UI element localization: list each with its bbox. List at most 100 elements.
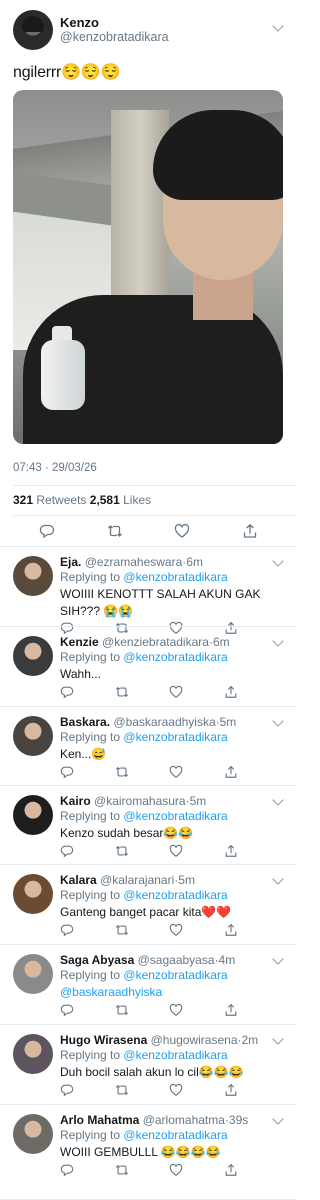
share-icon[interactable] bbox=[224, 923, 240, 939]
reply-icon[interactable] bbox=[60, 765, 76, 781]
replying-handle-link[interactable]: @kenzobratadikara bbox=[123, 1128, 227, 1142]
retweets-label[interactable]: Retweets bbox=[36, 493, 86, 507]
reply-actions bbox=[0, 1163, 297, 1183]
replying-handle-link[interactable]: @kenzobratadikara bbox=[123, 968, 227, 982]
reply-tweet[interactable]: Saga Abyasa @sagaabyasa·4m Replying to @k… bbox=[0, 945, 297, 1025]
replying-label: Replying to bbox=[60, 888, 121, 902]
chevron-down-icon[interactable] bbox=[272, 635, 284, 647]
reply-icon[interactable] bbox=[60, 1083, 76, 1099]
replying-handle-link[interactable]: @kenzobratadikara bbox=[123, 650, 227, 664]
avatar[interactable] bbox=[13, 1114, 53, 1154]
user-handle[interactable]: @baskaraadhyiska bbox=[113, 715, 215, 729]
avatar[interactable] bbox=[13, 716, 53, 756]
retweet-icon[interactable] bbox=[115, 685, 131, 701]
reply-text: Ganteng banget pacar kita❤️❤️ bbox=[60, 905, 232, 919]
tweet-stats: 321 Retweets 2,581 Likes bbox=[13, 493, 151, 507]
share-icon[interactable] bbox=[224, 844, 240, 860]
reply-icon[interactable] bbox=[60, 923, 76, 939]
chevron-down-icon[interactable] bbox=[272, 794, 284, 806]
display-name[interactable]: Kenzie bbox=[60, 635, 99, 649]
reply-icon[interactable] bbox=[60, 844, 76, 860]
replying-handle-link[interactable]: @kenzobratadikara bbox=[123, 570, 227, 584]
reply-tweet[interactable]: Hugo Wirasena @hugowirasena·2m Replying t… bbox=[0, 1025, 297, 1105]
share-icon[interactable] bbox=[224, 685, 240, 701]
retweet-icon[interactable] bbox=[115, 1083, 131, 1099]
share-icon[interactable] bbox=[224, 1003, 240, 1019]
share-icon[interactable] bbox=[224, 1163, 240, 1179]
chevron-down-icon[interactable] bbox=[272, 1033, 284, 1045]
replying-handle-link[interactable]: @kenzobratadikara bbox=[123, 730, 227, 744]
reply-icon[interactable] bbox=[60, 685, 76, 701]
user-handle[interactable]: @kenziebratadikara bbox=[102, 635, 209, 649]
retweet-icon[interactable] bbox=[115, 844, 131, 860]
display-name[interactable]: Kairo bbox=[60, 794, 91, 808]
display-name[interactable]: Saga Abyasa bbox=[60, 953, 134, 967]
chevron-down-icon[interactable] bbox=[272, 715, 284, 727]
reply-tweet[interactable]: Kenzie @kenziebratadikara·6m Replying to … bbox=[0, 627, 297, 707]
reply-tweet[interactable]: Kalara @kalarajanari·5m Replying to @kenz… bbox=[0, 865, 297, 945]
avatar[interactable] bbox=[13, 954, 53, 994]
retweet-icon[interactable] bbox=[115, 923, 131, 939]
retweet-icon[interactable] bbox=[115, 765, 131, 781]
user-handle[interactable]: @sagaabyasa bbox=[138, 953, 215, 967]
retweets-count[interactable]: 321 bbox=[13, 493, 33, 507]
reply-tweet[interactable]: Eja. @ezramaheswara·6m Replying to @kenzo… bbox=[0, 547, 297, 635]
user-handle[interactable]: @kenzobratadikara bbox=[60, 30, 169, 44]
chevron-down-icon[interactable] bbox=[272, 873, 284, 885]
display-name[interactable]: Hugo Wirasena bbox=[60, 1033, 147, 1047]
replying-handle-link[interactable]: @kenzobratadikara bbox=[123, 1048, 227, 1062]
reply-icon[interactable] bbox=[60, 1003, 76, 1019]
retweet-icon[interactable] bbox=[107, 523, 123, 539]
tweet-photo[interactable] bbox=[13, 90, 283, 444]
avatar[interactable] bbox=[13, 636, 53, 676]
reply-actions bbox=[0, 765, 297, 785]
avatar[interactable] bbox=[13, 795, 53, 835]
user-handle[interactable]: @ezramaheswara bbox=[85, 555, 183, 569]
display-name[interactable]: Eja. bbox=[60, 555, 81, 569]
user-handle[interactable]: @kairomahasura bbox=[94, 794, 186, 808]
display-name[interactable]: Kenzo bbox=[60, 15, 99, 30]
reply-text: Ken...😅 bbox=[60, 747, 107, 761]
like-icon[interactable] bbox=[169, 685, 185, 701]
chevron-down-icon[interactable] bbox=[272, 20, 284, 32]
reply-time: 2m bbox=[241, 1033, 259, 1047]
display-name[interactable]: Baskara. bbox=[60, 715, 110, 729]
retweet-icon[interactable] bbox=[115, 1163, 131, 1179]
likes-count[interactable]: 2,581 bbox=[90, 493, 120, 507]
display-name[interactable]: Kalara bbox=[60, 873, 97, 887]
like-icon[interactable] bbox=[169, 765, 185, 781]
user-handle[interactable]: @hugowirasena bbox=[151, 1033, 238, 1047]
avatar[interactable] bbox=[13, 1034, 53, 1074]
reply-tweet[interactable]: Arlo Mahatma @arlomahatma·39s Replying to… bbox=[0, 1105, 297, 1200]
user-handle[interactable]: @arlomahatma bbox=[143, 1113, 225, 1127]
reply-tweet[interactable]: Kairo @kairomahasura·5m Replying to @kenz… bbox=[0, 786, 297, 865]
chevron-down-icon[interactable] bbox=[272, 953, 284, 965]
avatar[interactable] bbox=[13, 874, 53, 914]
chevron-down-icon[interactable] bbox=[272, 555, 284, 567]
share-icon[interactable] bbox=[242, 523, 258, 539]
replying-handle-link[interactable]: @kenzobratadikara bbox=[123, 888, 227, 902]
reply-text[interactable]: @baskaraadhyiska bbox=[60, 984, 270, 1001]
like-icon[interactable] bbox=[169, 1083, 185, 1099]
like-icon[interactable] bbox=[169, 1003, 185, 1019]
reply-time: 6m bbox=[186, 555, 203, 569]
like-icon[interactable] bbox=[169, 923, 185, 939]
reply-icon[interactable] bbox=[39, 523, 55, 539]
replying-label: Replying to bbox=[60, 968, 121, 982]
retweet-icon[interactable] bbox=[115, 1003, 131, 1019]
share-icon[interactable] bbox=[224, 1083, 240, 1099]
chevron-down-icon[interactable] bbox=[272, 1113, 284, 1125]
likes-label[interactable]: Likes bbox=[123, 493, 151, 507]
avatar[interactable] bbox=[13, 556, 53, 596]
like-icon[interactable] bbox=[169, 844, 185, 860]
share-icon[interactable] bbox=[224, 765, 240, 781]
replying-handle-link[interactable]: @kenzobratadikara bbox=[123, 809, 227, 823]
display-name[interactable]: Arlo Mahatma bbox=[60, 1113, 139, 1127]
user-handle[interactable]: @kalarajanari bbox=[100, 873, 174, 887]
reply-icon[interactable] bbox=[60, 1163, 76, 1179]
reply-text: Wahh... bbox=[60, 667, 101, 681]
like-icon[interactable] bbox=[169, 1163, 185, 1179]
avatar[interactable] bbox=[13, 10, 53, 50]
like-icon[interactable] bbox=[174, 523, 190, 539]
reply-tweet[interactable]: Baskara. @baskaraadhyiska·5m Replying to … bbox=[0, 707, 297, 786]
